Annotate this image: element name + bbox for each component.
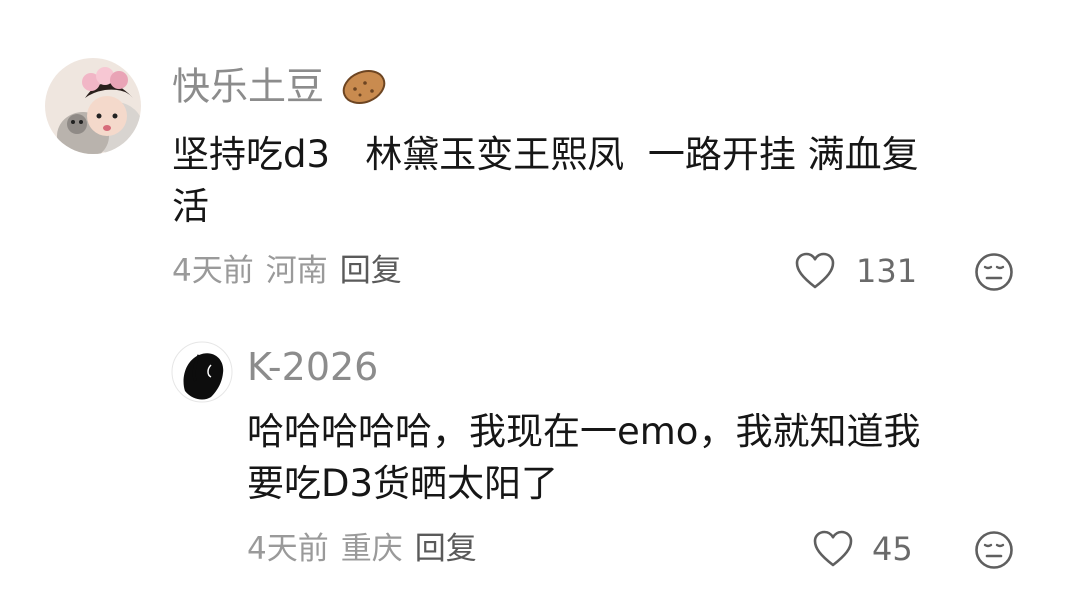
avatar-image [45,58,141,154]
timestamp: 4天前 [172,253,254,289]
avatar-image [171,341,233,403]
dislike-button[interactable] [974,530,1014,574]
comment-meta: 4天前 河南 回复 [172,256,414,287]
comment-text-line: 哈哈哈哈哈，我现在一emo，我就知道我 [247,410,921,453]
like-button[interactable]: 131 [794,251,917,291]
username-text: 快乐土豆 [172,64,325,109]
location: 重庆 [340,531,403,567]
potato-icon [340,65,388,113]
like-count: 131 [856,252,918,290]
comment-text-line: 活 [172,185,209,228]
avatar[interactable] [45,58,141,154]
reply-button[interactable]: 回复 [415,531,477,567]
heart-icon [794,251,836,291]
comment-text: 哈哈哈哈哈，我现在一emo，我就知道我 要吃D3货晒太阳了 [247,406,1047,510]
location: 河南 [265,253,328,289]
username[interactable]: K-2026 [247,348,378,386]
neutral-face-icon [974,531,1014,574]
timestamp: 4天前 [247,531,329,567]
avatar[interactable] [171,341,233,403]
dislike-button[interactable] [974,252,1014,296]
like-button[interactable]: 45 [812,529,913,569]
comment-text-line: 要吃D3货晒太阳了 [247,462,559,505]
neutral-face-icon [974,253,1014,296]
username-text: K-2026 [247,345,379,389]
like-count: 45 [872,530,913,568]
username[interactable]: 快乐土豆 [172,65,388,113]
reply-button[interactable]: 回复 [340,253,402,289]
comment-meta: 4天前 重庆 回复 [247,534,489,565]
comment-text-line: 坚持吃d3 林黛玉变王熙凤 一路开挂 满血复 [172,133,919,176]
heart-icon [812,529,854,569]
comment-text: 坚持吃d3 林黛玉变王熙凤 一路开挂 满血复 活 [172,129,1032,233]
